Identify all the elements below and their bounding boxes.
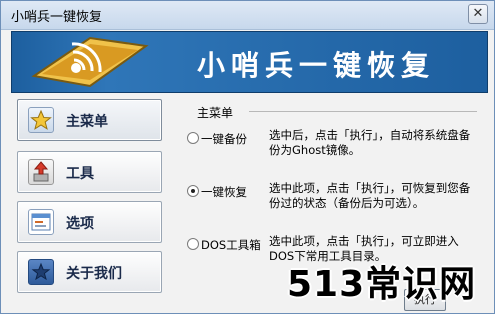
option-label: 一键恢复 [201,185,247,199]
info-star-icon [28,259,54,285]
nav-tools[interactable]: 工具 [17,151,162,193]
group-title: 主菜单 [197,106,234,120]
radio-dos-toolbox[interactable] [187,238,199,250]
nav-label: 关于我们 [66,266,122,282]
option-backup-desc: 选中后，点击「执行」，自动将系统盘备份为Ghost镜像。 [269,128,471,157]
radio-restore[interactable] [187,185,199,197]
nav-options[interactable]: 选项 [17,201,162,243]
radio-backup[interactable] [187,132,199,144]
nav-label: 主菜单 [66,114,108,130]
option-label: 一键备份 [201,132,247,146]
nav-about-us[interactable]: 关于我们 [17,251,162,293]
window-title: 小哨兵一键恢复 [11,10,103,25]
app-window: 小哨兵一键恢复 ✕ 小哨兵一键恢复 主菜单 工具 选项 关于我们 主菜单 一键备… [0,0,495,314]
nav-main-menu[interactable]: 主菜单 [17,99,162,141]
header-banner: 小哨兵一键恢复 [11,31,488,93]
option-label: DOS工具箱 [201,238,261,252]
group-divider [249,111,477,112]
signal-logo-icon [31,36,149,88]
banner-title: 小哨兵一键恢复 [197,49,436,82]
close-button[interactable]: ✕ [468,4,488,24]
nav-label: 工具 [66,166,94,182]
star-icon [28,107,54,133]
site-watermark: 513常识网 [287,264,477,305]
title-bar[interactable]: 小哨兵一键恢复 ✕ [1,1,494,30]
options-window-icon [28,209,54,235]
restore-arrow-icon [28,159,54,185]
nav-label: 选项 [66,216,94,232]
option-restore-desc: 选中此项，点击「执行」，可恢复到您备份过的状态（备份后为可选）。 [269,181,471,210]
